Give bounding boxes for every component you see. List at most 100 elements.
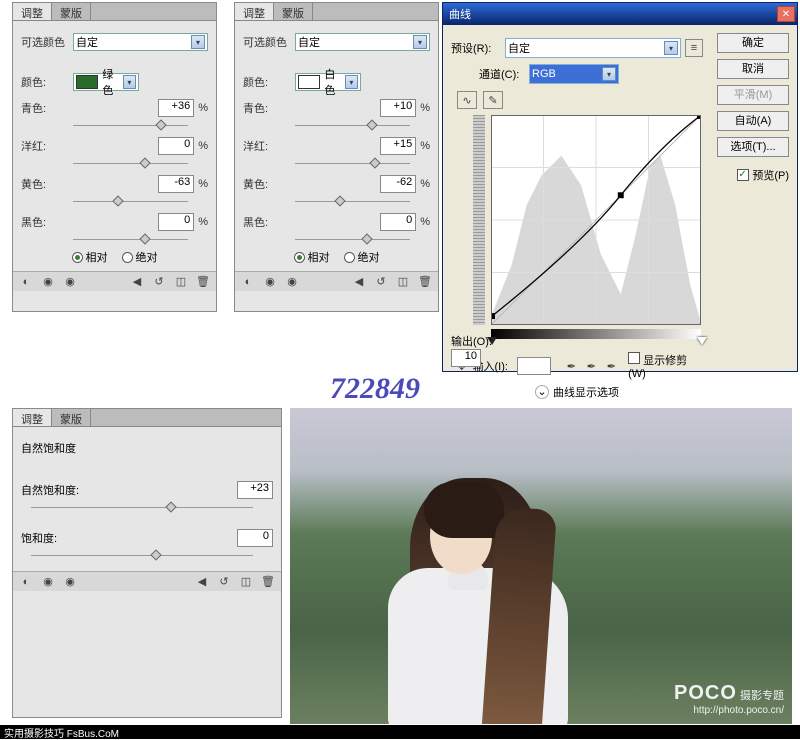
absolute-radio[interactable]: 绝对 (122, 249, 158, 265)
output-value[interactable]: 10 (451, 349, 481, 367)
tab-adjust[interactable]: 调整 (235, 3, 274, 20)
yellow-slider[interactable] (295, 199, 430, 205)
preset-menu-icon[interactable]: ≡ (685, 39, 703, 57)
curve-tool-icon[interactable]: ∿ (457, 91, 477, 109)
show-clipping-checkbox[interactable]: 显示修剪(W) (628, 352, 703, 380)
saturation-slider[interactable] (31, 553, 273, 559)
black-eyedropper-icon[interactable]: ✒ (564, 359, 578, 373)
reset-icon[interactable]: ↺ (374, 275, 388, 289)
ok-button[interactable]: 确定 (717, 33, 789, 53)
black-slider[interactable] (295, 237, 430, 243)
toggle-icon[interactable]: ◐ (19, 275, 33, 289)
titlebar[interactable]: 曲线 ✕ (443, 3, 797, 25)
layer-icon[interactable]: ◉ (41, 575, 55, 589)
magenta-slider[interactable] (73, 161, 208, 167)
black-value[interactable]: 0 (158, 213, 194, 231)
result-photo: POCO 摄影专题 http://photo.poco.cn/ (290, 408, 792, 724)
magenta-value[interactable]: +15 (380, 137, 416, 155)
relative-radio[interactable]: 相对 (294, 249, 330, 265)
white-eyedropper-icon[interactable]: ✒ (604, 359, 618, 373)
absolute-radio[interactable]: 绝对 (344, 249, 380, 265)
trash-icon[interactable]: 🗑 (261, 575, 275, 589)
expand-icon[interactable]: ⌄ (535, 385, 549, 399)
eye-icon[interactable]: ◉ (63, 275, 77, 289)
curve-graph[interactable] (491, 115, 701, 325)
watermark-number: 722849 (330, 372, 420, 406)
eye-icon[interactable]: ◉ (285, 275, 299, 289)
relative-radio[interactable]: 相对 (72, 249, 108, 265)
curve-display-options[interactable]: 曲线显示选项 (553, 384, 619, 400)
tab-mask[interactable]: 蒙版 (274, 3, 313, 20)
toggle-icon[interactable]: ◐ (19, 575, 33, 589)
trash-icon[interactable]: 🗑 (418, 275, 432, 289)
adjustment-title: 可选颜色 (243, 34, 295, 50)
prev-icon[interactable]: ◀ (195, 575, 209, 589)
gray-eyedropper-icon[interactable]: ✒ (584, 359, 598, 373)
adjustment-title: 可选颜色 (21, 34, 73, 50)
color-select-label: 颜色: (243, 74, 295, 90)
yellow-slider[interactable] (73, 199, 208, 205)
tab-mask[interactable]: 蒙版 (52, 3, 91, 20)
adjustment-title: 自然饱和度 (21, 440, 76, 456)
curves-dialog: 曲线 ✕ 预设(R): 自定▾ ≡ 通道(C): RGB▾ ∿ ✎ (442, 2, 798, 372)
cyan-slider[interactable] (295, 123, 430, 129)
chevron-down-icon: ▾ (345, 75, 358, 89)
preview-checkbox[interactable]: 预览(P) (737, 167, 789, 183)
vibrance-value[interactable]: +23 (237, 481, 273, 499)
panel-footer: ◐ ◉ ◉ ◀ ↺ ◫ 🗑 (13, 571, 281, 591)
cancel-button[interactable]: 取消 (717, 59, 789, 79)
channel-label: 通道(C): (479, 66, 529, 82)
cyan-value[interactable]: +10 (380, 99, 416, 117)
color-select[interactable]: 白色 ▾ (295, 73, 361, 91)
new-icon[interactable]: ◫ (239, 575, 253, 589)
channel-select[interactable]: RGB▾ (529, 64, 619, 84)
trash-icon[interactable]: 🗑 (196, 275, 210, 289)
panel-tabs: 调整 蒙版 (235, 3, 438, 21)
vibrance-slider[interactable] (31, 505, 273, 511)
vibrance-label: 自然饱和度: (21, 482, 101, 498)
color-select[interactable]: 绿色 ▾ (73, 73, 139, 91)
color-select-label: 颜色: (21, 74, 73, 90)
yellow-value[interactable]: -62 (380, 175, 416, 193)
magenta-value[interactable]: 0 (158, 137, 194, 155)
new-icon[interactable]: ◫ (174, 275, 188, 289)
tab-adjust[interactable]: 调整 (13, 3, 52, 20)
yellow-value[interactable]: -63 (158, 175, 194, 193)
prev-icon[interactable]: ◀ (352, 275, 366, 289)
reset-icon[interactable]: ↺ (217, 575, 231, 589)
cyan-slider[interactable] (73, 123, 208, 129)
new-icon[interactable]: ◫ (396, 275, 410, 289)
white-point-handle[interactable] (697, 337, 707, 345)
tab-mask[interactable]: 蒙版 (52, 409, 91, 426)
vibrance-panel: 调整 蒙版 自然饱和度 自然饱和度: +23 饱和度: 0 ◐ ◉ ◉ ◀ ↺ ◫ … (12, 408, 282, 718)
reset-icon[interactable]: ↺ (152, 275, 166, 289)
close-button[interactable]: ✕ (777, 6, 795, 22)
pencil-tool-icon[interactable]: ✎ (483, 91, 503, 109)
layer-icon[interactable]: ◉ (263, 275, 277, 289)
eye-icon[interactable]: ◉ (63, 575, 77, 589)
layer-icon[interactable]: ◉ (41, 275, 55, 289)
auto-button[interactable]: 自动(A) (717, 111, 789, 131)
poco-watermark: POCO 摄影专题 http://photo.poco.cn/ (674, 682, 784, 716)
preset-select[interactable]: 自定▾ (295, 33, 430, 51)
selective-color-panel-green: 调整 蒙版 可选颜色 自定▾ 颜色: 绿色 ▾ 青色:+36% 洋红:0% 黄色… (12, 2, 217, 312)
smooth-button: 平滑(M) (717, 85, 789, 105)
chevron-down-icon: ▾ (123, 75, 136, 89)
saturation-value[interactable]: 0 (237, 529, 273, 547)
black-slider[interactable] (73, 237, 208, 243)
panel-tabs: 调整 蒙版 (13, 3, 216, 21)
magenta-slider[interactable] (295, 161, 430, 167)
chevron-down-icon: ▾ (413, 35, 427, 49)
selective-color-panel-white: 调整 蒙版 可选颜色 自定▾ 颜色: 白色 ▾ 青色:+10% 洋红:+15% … (234, 2, 439, 312)
saturation-label: 饱和度: (21, 530, 101, 546)
options-button[interactable]: 选项(T)... (717, 137, 789, 157)
cyan-value[interactable]: +36 (158, 99, 194, 117)
black-value[interactable]: 0 (380, 213, 416, 231)
preset-select[interactable]: 自定▾ (505, 38, 681, 58)
input-value[interactable] (517, 357, 550, 375)
toggle-icon[interactable]: ◐ (241, 275, 255, 289)
tab-adjust[interactable]: 调整 (13, 409, 52, 426)
prev-icon[interactable]: ◀ (130, 275, 144, 289)
preset-select[interactable]: 自定▾ (73, 33, 208, 51)
pct: % (198, 102, 208, 114)
